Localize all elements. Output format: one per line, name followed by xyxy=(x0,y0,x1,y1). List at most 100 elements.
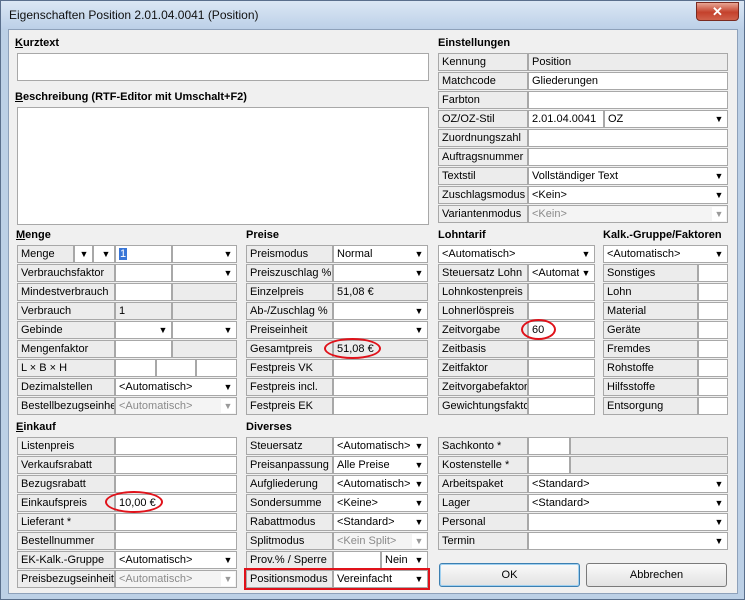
steuersatz-lohn-select[interactable]: <Automat ▼ xyxy=(528,264,595,282)
mengenfaktor-field[interactable] xyxy=(115,340,172,358)
beschreibung-editor[interactable] xyxy=(17,107,429,225)
chevron-down-icon[interactable]: ▼ xyxy=(712,247,726,261)
ek-kalk-gruppe-select[interactable]: <Automatisch> ▼ xyxy=(115,551,237,569)
menge-einheit-select[interactable]: ▼ xyxy=(172,245,237,263)
chevron-down-icon[interactable]: ▼ xyxy=(99,247,113,261)
chevron-down-icon[interactable]: ▼ xyxy=(712,477,726,491)
chevron-down-icon[interactable]: ▼ xyxy=(221,380,235,394)
chevron-down-icon[interactable]: ▼ xyxy=(412,266,426,280)
preisanpassung-select[interactable]: Alle Preise ▼ xyxy=(333,456,428,474)
chevron-down-icon[interactable]: ▼ xyxy=(712,112,726,126)
lager-select[interactable]: <Standard> ▼ xyxy=(528,494,728,512)
title-bar[interactable]: Eigenschaften Position 2.01.04.0041 (Pos… xyxy=(1,1,744,29)
menge-unit-select-a[interactable]: ▼ xyxy=(74,245,93,263)
rabattmodus-select[interactable]: <Standard> ▼ xyxy=(333,513,428,531)
zeitbasis-field[interactable] xyxy=(528,340,595,358)
kalk-field-material[interactable] xyxy=(698,302,728,320)
farbton-field[interactable] xyxy=(528,91,728,109)
textstil-select[interactable]: Vollständiger Text ▼ xyxy=(528,167,728,185)
kalk-field-sonstiges[interactable] xyxy=(698,264,728,282)
kostenstelle-field[interactable] xyxy=(528,456,570,474)
chevron-down-icon[interactable]: ▼ xyxy=(221,266,235,280)
laenge-field[interactable] xyxy=(115,359,156,377)
bestellnummer-field[interactable] xyxy=(115,532,237,550)
chevron-down-icon[interactable]: ▼ xyxy=(412,515,426,529)
aufgliederung-select[interactable]: <Automatisch> ▼ xyxy=(333,475,428,493)
chevron-down-icon[interactable]: ▼ xyxy=(712,188,726,202)
arbeitspaket-select[interactable]: <Standard> ▼ xyxy=(528,475,728,493)
preismodus-select[interactable]: Normal ▼ xyxy=(333,245,428,263)
kalk-field-rohstoffe[interactable] xyxy=(698,359,728,377)
lieferant-field[interactable] xyxy=(115,513,237,531)
prov-field[interactable] xyxy=(333,551,381,569)
chevron-down-icon[interactable]: ▼ xyxy=(712,515,726,529)
chevron-down-icon[interactable]: ▼ xyxy=(221,553,235,567)
menge-unit-select-b[interactable]: ▼ xyxy=(93,245,115,263)
chevron-down-icon[interactable]: ▼ xyxy=(156,323,170,337)
sperre-select[interactable]: Nein ▼ xyxy=(381,551,428,569)
auftragsnummer-field[interactable] xyxy=(528,148,728,166)
kalk-field-fremdes[interactable] xyxy=(698,340,728,358)
ok-button[interactable]: OK xyxy=(439,563,580,587)
kalk-gruppe-select[interactable]: <Automatisch> ▼ xyxy=(603,245,728,263)
chevron-down-icon[interactable]: ▼ xyxy=(412,458,426,472)
zeitvorgabefaktor-field[interactable] xyxy=(528,378,595,396)
kurztext-input[interactable] xyxy=(17,53,429,81)
oz-stil-select[interactable]: OZ ▼ xyxy=(604,110,728,128)
breite-field[interactable] xyxy=(156,359,196,377)
chevron-down-icon[interactable]: ▼ xyxy=(412,247,426,261)
mindestverbrauch-field[interactable] xyxy=(115,283,172,301)
personal-select[interactable]: ▼ xyxy=(528,513,728,531)
listenpreis-field[interactable] xyxy=(115,437,237,455)
chevron-down-icon[interactable]: ▼ xyxy=(412,496,426,510)
gebinde-select[interactable]: ▼ xyxy=(115,321,172,339)
abzuschlag-select[interactable]: ▼ xyxy=(333,302,428,320)
gewichtungsfaktor-field[interactable] xyxy=(528,397,595,415)
zeitfaktor-field[interactable] xyxy=(528,359,595,377)
kalk-field-geraete[interactable] xyxy=(698,321,728,339)
close-button[interactable]: ✕ xyxy=(696,2,739,21)
chevron-down-icon[interactable]: ▼ xyxy=(412,553,426,567)
chevron-down-icon[interactable]: ▼ xyxy=(579,247,593,261)
sondersumme-select[interactable]: <Keine> ▼ xyxy=(333,494,428,512)
sachkonto-field[interactable] xyxy=(528,437,570,455)
chevron-down-icon[interactable]: ▼ xyxy=(221,247,235,261)
oz-field[interactable]: 2.01.04.0041 xyxy=(528,110,604,128)
zuordnungszahl-field[interactable] xyxy=(528,129,728,147)
menge-field[interactable]: 1 xyxy=(115,245,172,263)
festpreis-incl-field[interactable] xyxy=(333,378,428,396)
dezimalstellen-select[interactable]: <Automatisch> ▼ xyxy=(115,378,237,396)
termin-select[interactable]: ▼ xyxy=(528,532,728,550)
chevron-down-icon[interactable]: ▼ xyxy=(412,477,426,491)
lohntarif-select[interactable]: <Automatisch> ▼ xyxy=(438,245,595,263)
hoehe-field[interactable] xyxy=(196,359,237,377)
verkaufsrabatt-field[interactable] xyxy=(115,456,237,474)
lohnkostenpreis-field[interactable] xyxy=(528,283,595,301)
kalk-field-hilfsstoffe[interactable] xyxy=(698,378,728,396)
matchcode-field[interactable]: Gliederungen xyxy=(528,72,728,90)
verbrauchsfaktor-select[interactable]: ▼ xyxy=(172,264,237,282)
gebinde-unit-select[interactable]: ▼ xyxy=(172,321,237,339)
chevron-down-icon[interactable]: ▼ xyxy=(412,439,426,453)
cancel-button[interactable]: Abbrechen xyxy=(586,563,727,587)
chevron-down-icon[interactable]: ▼ xyxy=(712,496,726,510)
chevron-down-icon[interactable]: ▼ xyxy=(77,247,91,261)
preismodus-label: Preismodus xyxy=(246,245,333,263)
festpreis-ek-field[interactable] xyxy=(333,397,428,415)
zuschlagsmodus-select[interactable]: <Kein> ▼ xyxy=(528,186,728,204)
lohnerloespreis-field[interactable] xyxy=(528,302,595,320)
chevron-down-icon[interactable]: ▼ xyxy=(412,323,426,337)
chevron-down-icon[interactable]: ▼ xyxy=(412,304,426,318)
steuersatz-select[interactable]: <Automatisch> ▼ xyxy=(333,437,428,455)
chevron-down-icon[interactable]: ▼ xyxy=(712,534,726,548)
preiseinheit-select[interactable]: ▼ xyxy=(333,321,428,339)
chevron-down-icon[interactable]: ▼ xyxy=(712,169,726,183)
preisbezugseinheit-value: <Automatisch> xyxy=(119,573,193,585)
festpreis-vk-field[interactable] xyxy=(333,359,428,377)
verbrauchsfaktor-field[interactable] xyxy=(115,264,172,282)
preiszuschlag-select[interactable]: ▼ xyxy=(333,264,428,282)
kalk-field-entsorgung[interactable] xyxy=(698,397,728,415)
kalk-field-lohn[interactable] xyxy=(698,283,728,301)
chevron-down-icon[interactable]: ▼ xyxy=(221,323,235,337)
chevron-down-icon[interactable]: ▼ xyxy=(579,266,593,280)
